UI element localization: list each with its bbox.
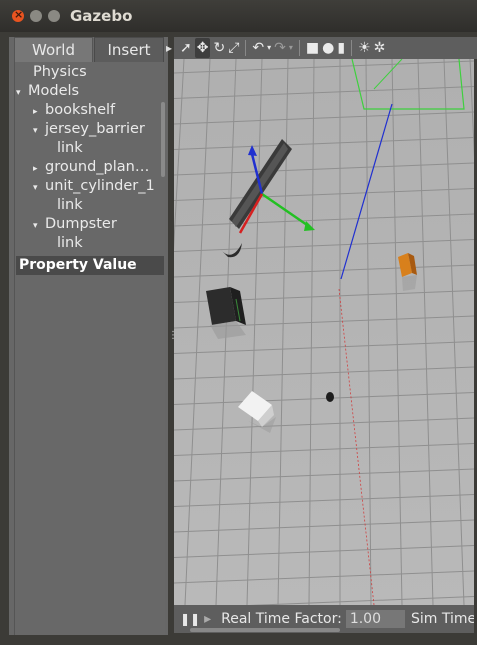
expand-toggle-icon[interactable]: ▾ xyxy=(33,221,45,231)
tree-item-bookshelf[interactable]: ▸ bookshelf xyxy=(33,102,115,118)
maximize-window-button[interactable] xyxy=(48,10,60,22)
scene-render xyxy=(174,59,474,605)
step-icon[interactable]: ▸ xyxy=(204,611,211,627)
tree-item-physics[interactable]: Physics xyxy=(33,64,87,80)
real-time-factor-label: Real Time Factor: xyxy=(221,611,342,627)
sphere-icon[interactable]: ● xyxy=(322,38,334,58)
title-bar: Gazebo xyxy=(0,0,477,32)
orange-box-shadow xyxy=(402,275,417,291)
expand-toggle-icon[interactable]: ▾ xyxy=(33,183,45,193)
scene-toolbar: ➚ ✥ ↻ ⤢ ↶ ▾ ↷ ▾ ■ ● ▮ ☀ ✲ xyxy=(174,37,477,59)
tree-item-link[interactable]: link xyxy=(57,235,83,251)
expand-toggle-icon[interactable]: ▾ xyxy=(33,126,45,136)
close-window-button[interactable] xyxy=(12,8,24,22)
tree-item-models[interactable]: ▾ Models xyxy=(16,83,79,99)
tree-item-jersey-barrier[interactable]: ▾ jersey_barrier xyxy=(33,121,145,137)
toolbar-divider xyxy=(245,40,247,56)
real-time-factor-value: 1.00 xyxy=(345,610,405,628)
tab-insert[interactable]: Insert xyxy=(94,37,164,63)
rotate-icon[interactable]: ↻ xyxy=(213,38,225,58)
tree-scrollbar[interactable] xyxy=(161,102,165,177)
panel-tabs: World Insert ▸ xyxy=(14,37,172,63)
undo-icon[interactable]: ↶ xyxy=(252,38,264,58)
tree-item-ground-plane[interactable]: ▸ ground_plan… xyxy=(33,159,149,175)
toolbar-divider xyxy=(298,40,300,56)
point-light-icon[interactable]: ✲ xyxy=(374,38,386,58)
tree-item-link[interactable]: link xyxy=(57,197,83,213)
sphere-model xyxy=(326,392,334,402)
pause-icon[interactable]: ❚❚ xyxy=(180,612,200,626)
translate-icon[interactable]: ✥ xyxy=(194,38,211,58)
tree-item-unit-cylinder[interactable]: ▾ unit_cylinder_1 xyxy=(33,178,155,194)
panel-splitter-handle[interactable]: ⋮ xyxy=(168,330,178,341)
expand-toggle-icon[interactable]: ▸ xyxy=(33,107,45,117)
redo-icon[interactable]: ↷ xyxy=(274,38,286,58)
dropdown-icon[interactable]: ▾ xyxy=(289,38,293,58)
status-scrollbar[interactable] xyxy=(190,628,340,632)
scene-viewport[interactable] xyxy=(174,59,474,605)
tab-scroll-right-icon[interactable]: ▸ xyxy=(166,41,172,55)
world-tree: Physics ▾ Models ▸ bookshelf ▾ jersey_barri… xyxy=(14,62,165,635)
box-icon[interactable]: ■ xyxy=(306,38,319,58)
minimize-window-button[interactable] xyxy=(30,10,42,22)
tab-world[interactable]: World xyxy=(14,37,93,62)
expand-toggle-icon[interactable]: ▸ xyxy=(33,164,45,174)
left-panel: World Insert ▸ Physics ▾ Models ▸ bookshel… xyxy=(9,37,172,635)
sim-time-label: Sim Time: xyxy=(410,611,474,627)
property-header: Property Value xyxy=(16,256,164,275)
expand-toggle-icon[interactable]: ▾ xyxy=(16,88,28,98)
select-arrow-icon[interactable]: ➚ xyxy=(180,38,192,58)
tree-item-dumpster[interactable]: ▾ Dumpster xyxy=(33,216,117,232)
cylinder-icon[interactable]: ▮ xyxy=(337,38,345,58)
toolbar-divider xyxy=(351,40,353,56)
scale-icon[interactable]: ⤢ xyxy=(228,38,239,58)
window-title: Gazebo xyxy=(70,7,133,25)
dropdown-icon[interactable]: ▾ xyxy=(267,38,271,58)
sun-icon[interactable]: ☀ xyxy=(358,38,371,58)
tree-item-link[interactable]: link xyxy=(57,140,83,156)
